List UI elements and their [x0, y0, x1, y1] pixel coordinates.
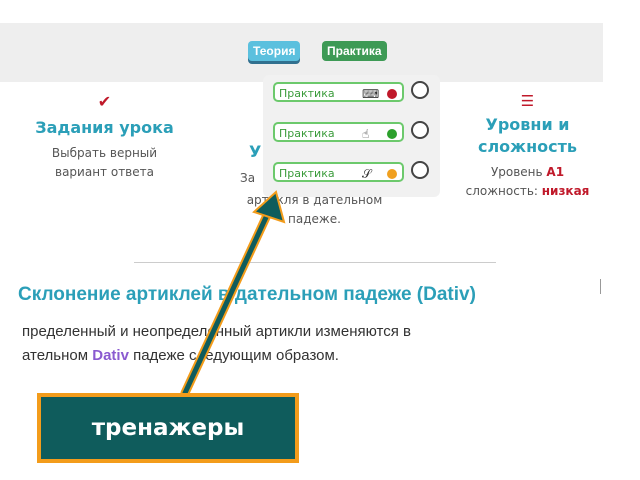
- callout-box: тренажеры: [37, 393, 299, 463]
